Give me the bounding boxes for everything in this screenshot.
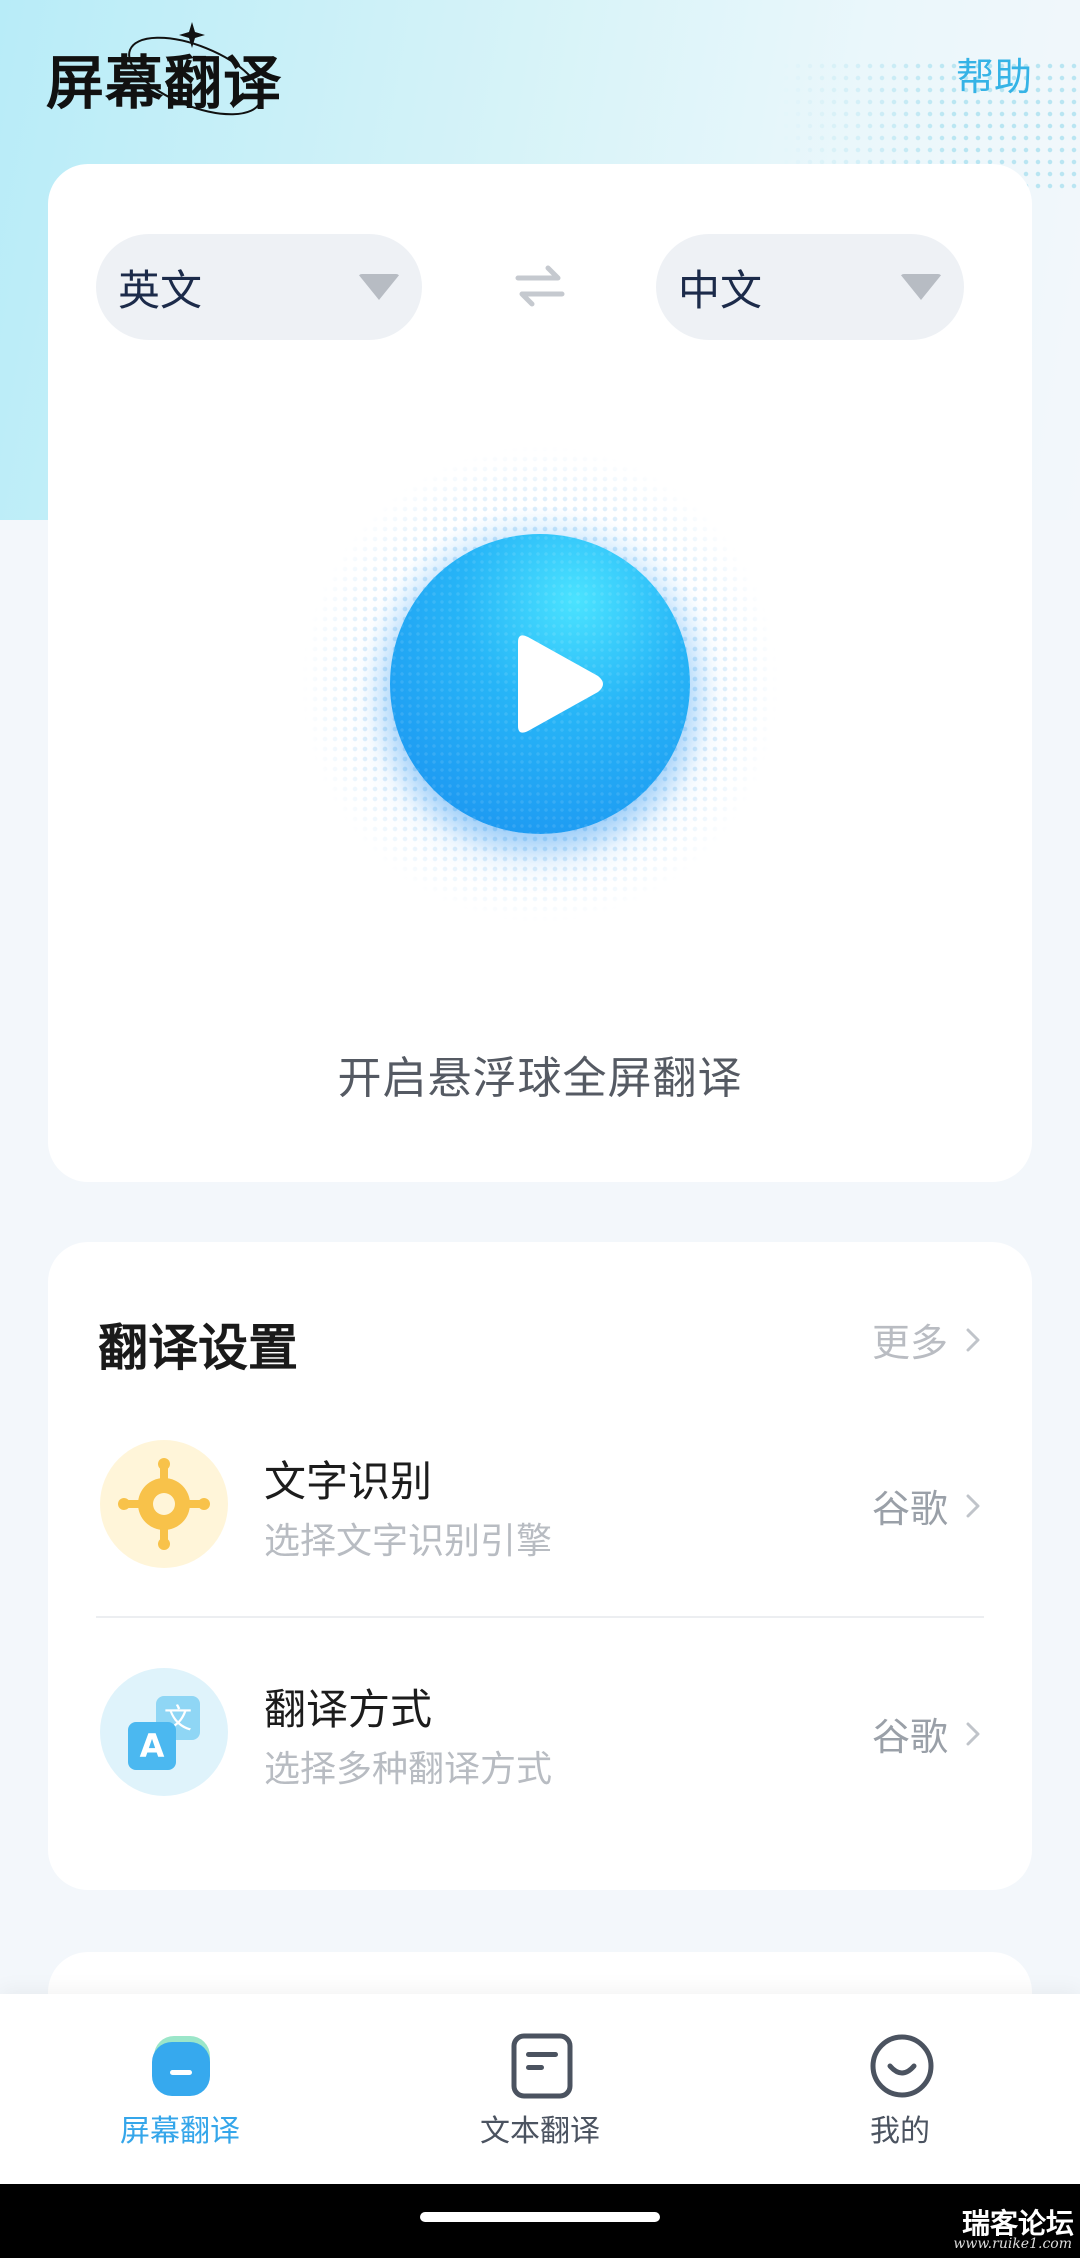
document-icon: [511, 2033, 573, 2099]
setting-title: 翻译方式: [264, 1685, 433, 1734]
chevron-right-icon: [966, 1722, 980, 1745]
tab-label: 屏幕翻译: [120, 2114, 240, 2149]
start-caption: 开启悬浮球全屏翻译: [337, 1053, 743, 1104]
translate-card: 英文 中文 开启悬浮球全屏翻译: [48, 164, 1032, 1182]
setting-subtitle: 选择多种翻译方式: [264, 1749, 553, 1790]
tab-label: 我的: [870, 2114, 930, 2149]
tab-me[interactable]: 我的: [770, 1994, 1030, 2184]
play-icon: [518, 635, 603, 733]
tab-text-translate[interactable]: 文本翻译: [410, 1994, 670, 2184]
row-divider: [96, 1616, 984, 1618]
setting-value: 谷歌: [872, 1706, 980, 1761]
target-language-select[interactable]: 中文: [656, 234, 964, 340]
system-navigation-bar: 瑞客论坛 www.ruike1.com: [0, 2184, 1080, 2258]
chevron-right-icon: [966, 1328, 980, 1351]
translate-icon: 文 A: [100, 1668, 228, 1796]
smiley-face-icon: [870, 2034, 934, 2098]
source-language-select[interactable]: 英文: [96, 234, 422, 340]
setting-row-ocr[interactable]: 文字识别 选择文字识别引擎 谷歌: [48, 1440, 1032, 1600]
target-crosshair-icon: [100, 1440, 228, 1568]
help-link[interactable]: 帮助: [956, 46, 1032, 101]
start-floating-ball-button[interactable]: [390, 534, 690, 834]
source-language-label: 英文: [118, 265, 203, 315]
chevron-right-icon: [966, 1494, 980, 1517]
translation-mode-value: 谷歌: [871, 1715, 948, 1759]
ocr-engine-value: 谷歌: [871, 1487, 948, 1531]
swap-arrows-icon[interactable]: [514, 264, 566, 308]
bottom-tab-bar: 屏幕翻译 文本翻译 我的: [0, 1994, 1080, 2184]
target-language-label: 中文: [678, 265, 763, 315]
floating-ball-start: [300, 444, 780, 924]
setting-row-translation-mode[interactable]: 文 A 翻译方式 选择多种翻译方式 谷歌: [48, 1668, 1032, 1828]
chevron-down-icon: [358, 274, 400, 300]
setting-subtitle: 选择文字识别引擎: [264, 1521, 553, 1562]
section-title: 翻译设置: [98, 1319, 298, 1377]
translation-settings-card: 翻译设置 更多 文字识别 选择文字识别引擎 谷歌 文 A 翻译方式 选择多种翻译…: [48, 1242, 1032, 1890]
tab-label: 文本翻译: [480, 2114, 600, 2149]
setting-title: 文字识别: [264, 1457, 433, 1506]
screen-translate-icon: [152, 2036, 210, 2096]
tab-screen-translate[interactable]: 屏幕翻译: [50, 1994, 310, 2184]
chevron-down-icon: [900, 274, 942, 300]
svg-text:A: A: [140, 1727, 165, 1765]
more-settings-link[interactable]: 更多: [872, 1312, 980, 1367]
translate-icon-badge: 文 A: [100, 1668, 228, 1796]
setting-value: 谷歌: [872, 1478, 980, 1533]
home-indicator[interactable]: [420, 2212, 660, 2222]
ocr-icon-badge: [100, 1440, 228, 1568]
page-title: 屏幕翻译: [46, 49, 283, 117]
watermark-url: www.ruike1.com: [953, 2236, 1072, 2252]
app-header: 屏幕翻译 帮助: [0, 0, 1080, 160]
more-label: 更多: [871, 1321, 948, 1365]
